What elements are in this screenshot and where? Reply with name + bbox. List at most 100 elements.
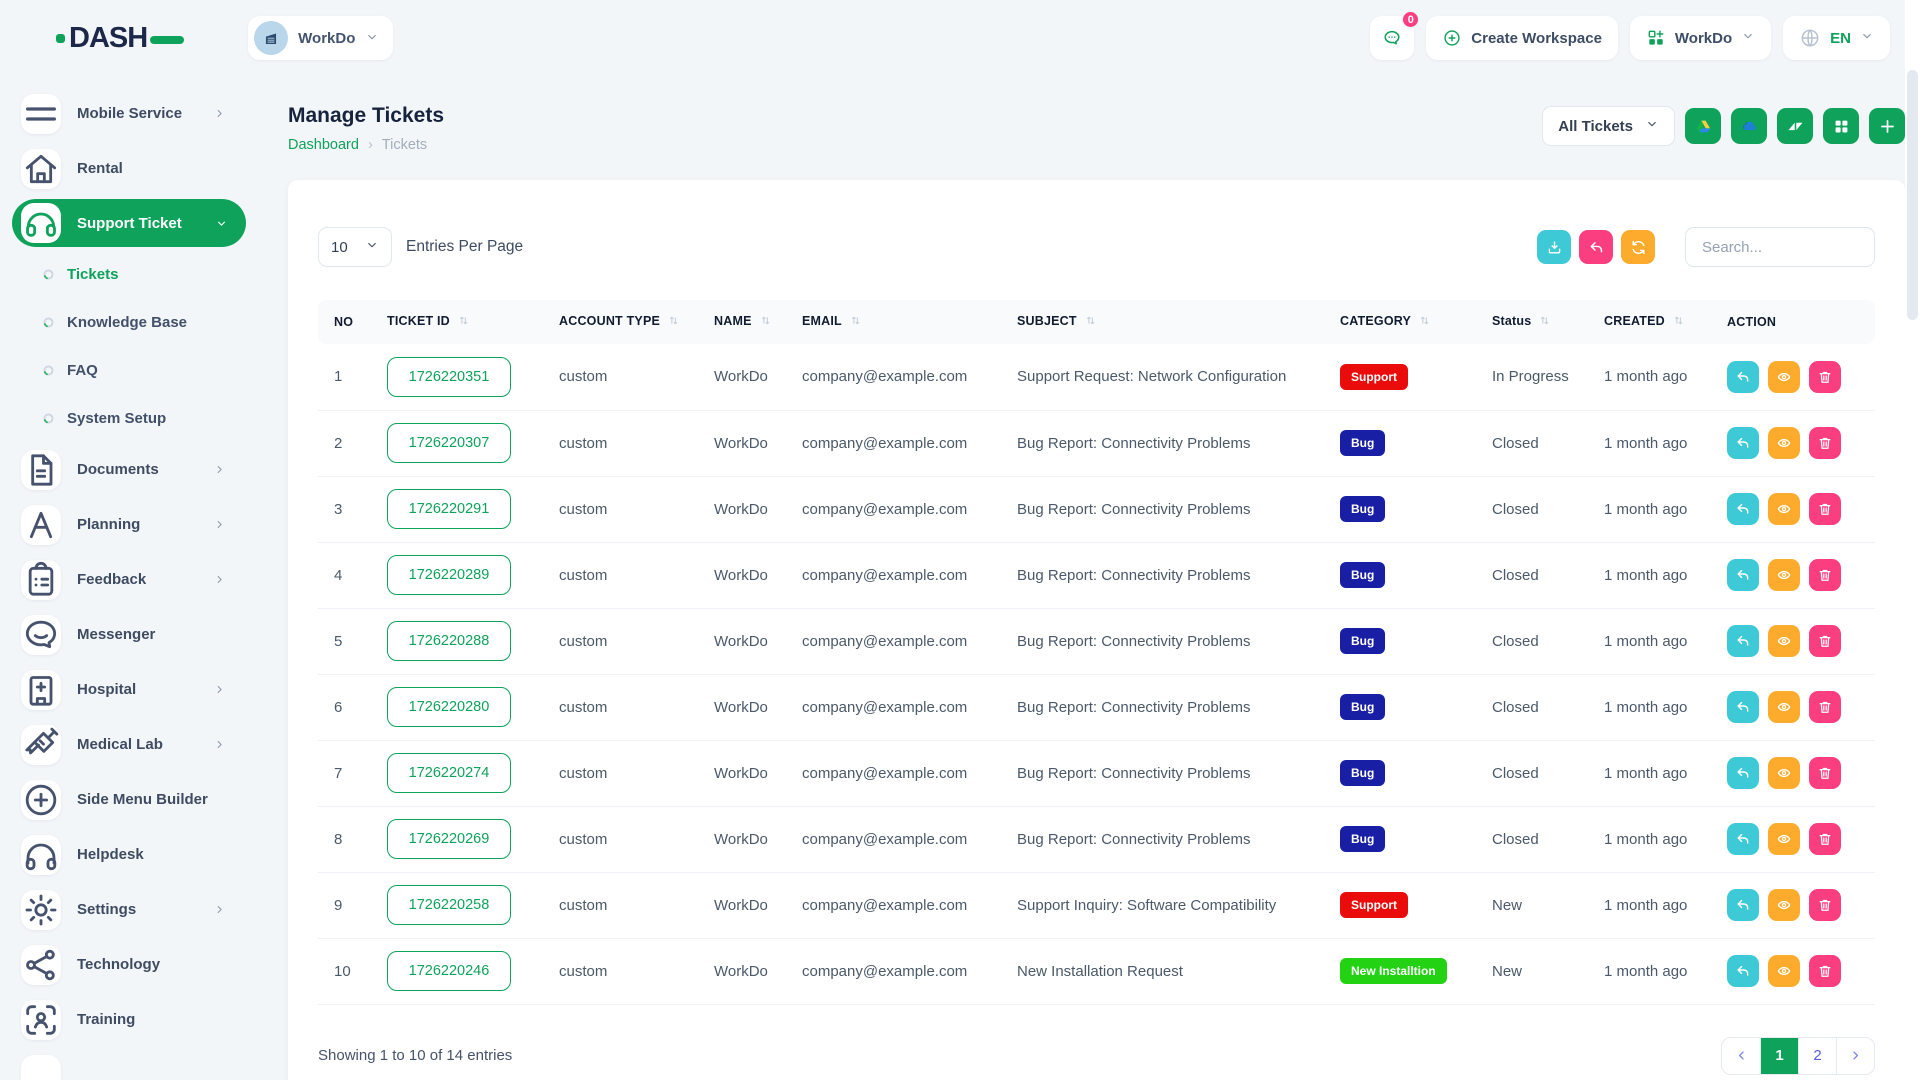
onedrive-button[interactable] <box>1731 108 1767 144</box>
sidebar-item-messenger[interactable]: Messenger <box>0 607 252 662</box>
add-ticket-button[interactable] <box>1869 108 1905 144</box>
column-account-type[interactable]: ACCOUNT TYPE <box>543 300 698 344</box>
column-status[interactable]: Status <box>1476 300 1588 344</box>
entries-per-page-select[interactable]: 10 <box>318 227 392 267</box>
sidebar-item-label: Feedback <box>77 571 146 588</box>
reply-button[interactable] <box>1727 889 1759 921</box>
headphones-icon <box>21 835 61 875</box>
pagination-prev-button[interactable] <box>1722 1038 1760 1074</box>
delete-button[interactable] <box>1809 559 1841 591</box>
sidebar-item-rental[interactable]: Rental <box>0 141 252 196</box>
ticket-name: WorkDo <box>698 542 786 608</box>
reply-button[interactable] <box>1727 955 1759 987</box>
view-button[interactable] <box>1768 823 1800 855</box>
ticket-id-button[interactable]: 1726220288 <box>387 621 511 661</box>
view-button[interactable] <box>1768 559 1800 591</box>
ticket-id-button[interactable]: 1726220289 <box>387 555 511 595</box>
column-label: NAME <box>714 314 752 328</box>
ticket-id-button[interactable]: 1726220274 <box>387 753 511 793</box>
sidebar-item-technology[interactable]: Technology <box>0 937 252 992</box>
delete-button[interactable] <box>1809 955 1841 987</box>
ticket-created: 1 month ago <box>1588 344 1711 410</box>
workdo-menu-button[interactable]: WorkDo <box>1630 16 1771 60</box>
ticket-email: company@example.com <box>786 806 1001 872</box>
reply-button[interactable] <box>1727 625 1759 657</box>
delete-button[interactable] <box>1809 625 1841 657</box>
delete-button[interactable] <box>1809 889 1841 921</box>
workspace-switcher[interactable]: WorkDo <box>248 16 393 60</box>
reply-button[interactable] <box>1727 757 1759 789</box>
ticket-id-button[interactable]: 1726220307 <box>387 423 511 463</box>
sidebar-item-partial[interactable] <box>21 1055 61 1080</box>
eye-icon <box>1776 897 1792 913</box>
language-button[interactable]: EN <box>1783 16 1890 60</box>
ticket-id-button[interactable]: 1726220269 <box>387 819 511 859</box>
create-workspace-button[interactable]: Create Workspace <box>1426 16 1618 60</box>
delete-button[interactable] <box>1809 691 1841 723</box>
column-category[interactable]: CATEGORY <box>1324 300 1476 344</box>
view-button[interactable] <box>1768 889 1800 921</box>
pagination-page-1[interactable]: 1 <box>1760 1038 1798 1074</box>
messages-button[interactable]: 0 <box>1370 16 1414 60</box>
sidebar: Mobile ServiceRentalSupport TicketTicket… <box>0 76 252 1080</box>
sidebar-item-helpdesk[interactable]: Helpdesk <box>0 827 252 882</box>
pagination-next-button[interactable] <box>1836 1038 1874 1074</box>
sidebar-item-support-ticket[interactable]: Support Ticket <box>12 199 246 247</box>
view-button[interactable] <box>1768 361 1800 393</box>
google-drive-button[interactable] <box>1685 108 1721 144</box>
sidebar-item-mobile-service[interactable]: Mobile Service <box>0 86 252 141</box>
reload-button[interactable] <box>1621 230 1655 264</box>
ticket-id-button[interactable]: 1726220351 <box>387 357 511 397</box>
sidebar-item-planning[interactable]: Planning <box>0 497 252 552</box>
search-input[interactable] <box>1685 227 1875 267</box>
sidebar-item-feedback[interactable]: Feedback <box>0 552 252 607</box>
scrollbar[interactable] <box>1905 0 1920 1080</box>
reply-button[interactable] <box>1727 493 1759 525</box>
reply-button[interactable] <box>1727 427 1759 459</box>
sidebar-item-medical-lab[interactable]: Medical Lab <box>0 717 252 772</box>
ticket-id-button[interactable]: 1726220280 <box>387 687 511 727</box>
delete-button[interactable] <box>1809 361 1841 393</box>
sidebar-subitem-system-setup[interactable]: System Setup <box>0 394 252 442</box>
column-created[interactable]: CREATED <box>1588 300 1711 344</box>
breadcrumb-dashboard-link[interactable]: Dashboard <box>288 137 359 153</box>
view-button[interactable] <box>1768 757 1800 789</box>
sidebar-item-settings[interactable]: Settings <box>0 882 252 937</box>
grid-view-button[interactable] <box>1823 108 1859 144</box>
column-subject[interactable]: SUBJECT <box>1001 300 1324 344</box>
zendesk-button[interactable] <box>1777 108 1813 144</box>
export-button[interactable] <box>1537 230 1571 264</box>
ticket-id-button[interactable]: 1726220258 <box>387 885 511 925</box>
reply-button[interactable] <box>1727 559 1759 591</box>
scrollbar-thumb[interactable] <box>1907 70 1918 320</box>
pagination-page-2[interactable]: 2 <box>1798 1038 1836 1074</box>
reply-button[interactable] <box>1727 823 1759 855</box>
reply-button[interactable] <box>1727 361 1759 393</box>
sidebar-item-training[interactable]: Training <box>0 992 252 1047</box>
view-button[interactable] <box>1768 691 1800 723</box>
sidebar-subitem-faq[interactable]: FAQ <box>0 346 252 394</box>
sidebar-subitem-knowledge-base[interactable]: Knowledge Base <box>0 298 252 346</box>
view-button[interactable] <box>1768 427 1800 459</box>
category-badge: Bug <box>1340 628 1385 654</box>
reply-button[interactable] <box>1727 691 1759 723</box>
ticket-id-button[interactable]: 1726220291 <box>387 489 511 529</box>
view-button[interactable] <box>1768 493 1800 525</box>
delete-button[interactable] <box>1809 493 1841 525</box>
delete-button[interactable] <box>1809 757 1841 789</box>
sidebar-item-hospital[interactable]: Hospital <box>0 662 252 717</box>
sidebar-subitem-tickets[interactable]: Tickets <box>0 250 252 298</box>
ticket-id-button[interactable]: 1726220246 <box>387 951 511 991</box>
delete-button[interactable] <box>1809 823 1841 855</box>
table-row: 9 1726220258 custom WorkDo company@examp… <box>318 872 1875 938</box>
delete-button[interactable] <box>1809 427 1841 459</box>
view-button[interactable] <box>1768 625 1800 657</box>
ticket-filter-select[interactable]: All Tickets <box>1542 106 1675 146</box>
sidebar-item-side-menu-builder[interactable]: Side Menu Builder <box>0 772 252 827</box>
column-name[interactable]: NAME <box>698 300 786 344</box>
reset-button[interactable] <box>1579 230 1613 264</box>
view-button[interactable] <box>1768 955 1800 987</box>
sidebar-item-documents[interactable]: Documents <box>0 442 252 497</box>
column-ticket-id[interactable]: TICKET ID <box>371 300 543 344</box>
column-email[interactable]: EMAIL <box>786 300 1001 344</box>
